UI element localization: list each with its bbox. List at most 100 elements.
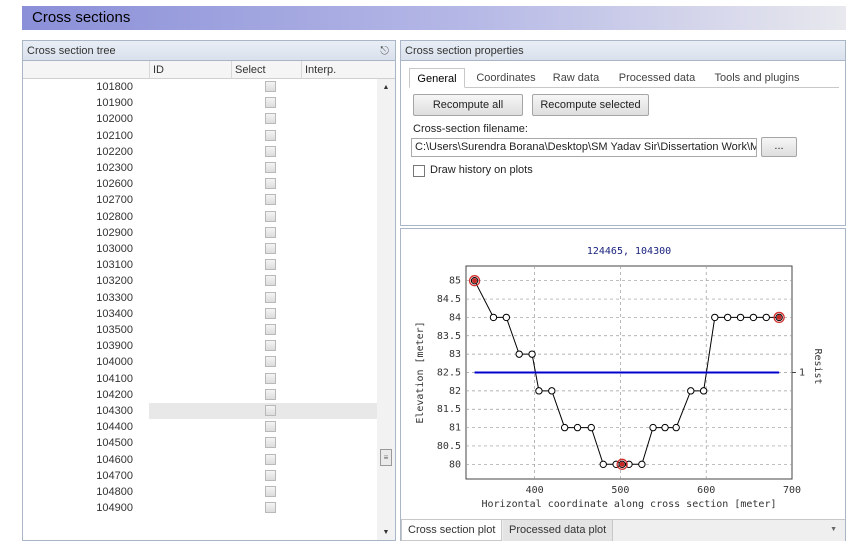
table-row[interactable]: 104200 [23, 387, 377, 403]
scroll-up-icon[interactable]: ▲ [377, 81, 395, 95]
select-checkbox[interactable] [265, 469, 276, 481]
tab-coordinates[interactable]: Coordinates [469, 68, 543, 88]
table-row[interactable]: 103100 [23, 257, 377, 273]
table-row[interactable]: 104700 [23, 468, 377, 484]
scroll-thumb[interactable]: ≡ [380, 449, 392, 466]
select-checkbox[interactable] [265, 421, 276, 433]
data-point[interactable] [723, 313, 732, 322]
table-row[interactable]: 104800 [23, 484, 377, 500]
tab-tools-and-plugins[interactable]: Tools and plugins [705, 68, 809, 88]
select-checkbox[interactable] [265, 113, 276, 125]
select-checkbox[interactable] [265, 486, 276, 497]
table-row[interactable]: 104000 [23, 354, 377, 370]
table-row[interactable]: 104500 [23, 435, 377, 451]
highlight-marker-dot [619, 461, 625, 467]
table-row[interactable]: 102600 [23, 176, 377, 192]
table-row[interactable]: 104300 [23, 403, 377, 419]
plot-tabs-dropdown-icon[interactable]: ▼ [830, 526, 837, 533]
data-point[interactable] [699, 387, 708, 395]
table-row[interactable]: 102100 [23, 128, 377, 144]
select-checkbox[interactable] [265, 81, 276, 92]
select-checkbox[interactable] [265, 243, 276, 254]
tree-scrollbar[interactable]: ▲ ≡ ▼ [377, 79, 395, 540]
table-row[interactable]: 104600 [23, 452, 377, 468]
column-header-id[interactable]: ID [149, 61, 231, 79]
table-row[interactable]: 102000 [23, 111, 377, 127]
select-checkbox[interactable] [265, 437, 276, 449]
select-checkbox[interactable] [265, 162, 276, 173]
table-row[interactable]: 104900 [23, 500, 377, 516]
table-row[interactable]: 103400 [23, 306, 377, 322]
select-checkbox[interactable] [265, 291, 276, 303]
select-checkbox[interactable] [265, 226, 276, 238]
select-checkbox[interactable] [265, 388, 276, 400]
data-point[interactable] [502, 313, 511, 322]
select-checkbox[interactable] [265, 405, 276, 416]
data-point[interactable] [749, 313, 758, 322]
data-point[interactable] [489, 313, 498, 322]
select-checkbox[interactable] [265, 453, 276, 465]
recompute-selected-button[interactable]: Recompute selected [532, 94, 649, 116]
tab-processed-data[interactable]: Processed data [611, 68, 703, 88]
table-row[interactable]: 103900 [23, 338, 377, 354]
tab-general[interactable]: General [409, 68, 465, 88]
tab-raw-data[interactable]: Raw data [545, 68, 607, 88]
select-checkbox[interactable] [265, 97, 276, 109]
select-checkbox[interactable] [265, 129, 276, 141]
cross-section-chart[interactable]: 400 500 600 700 80 80.5 81 81.5 82 82.5 83 83.5 84 84… [401, 229, 845, 517]
data-point[interactable] [736, 313, 745, 322]
data-point[interactable] [573, 423, 582, 432]
data-point[interactable] [762, 313, 770, 322]
filename-field[interactable]: C:\Users\Surendra Borana\Desktop\SM Yada… [411, 138, 757, 157]
select-checkbox[interactable] [265, 210, 276, 222]
table-row[interactable]: 103500 [23, 322, 377, 338]
select-checkbox[interactable] [265, 307, 276, 319]
column-header-interp[interactable]: Interp. [301, 61, 377, 79]
data-point[interactable] [649, 423, 657, 432]
select-checkbox[interactable] [265, 502, 276, 514]
tab-processed-data-plot[interactable]: Processed data plot [503, 520, 614, 541]
data-point[interactable] [535, 387, 543, 395]
table-row[interactable]: 103000 [23, 241, 377, 257]
select-checkbox[interactable] [265, 194, 276, 206]
table-row[interactable]: 104400 [23, 419, 377, 435]
table-row[interactable]: 102800 [23, 209, 377, 225]
data-point[interactable] [687, 387, 695, 395]
data-point[interactable] [711, 313, 719, 322]
row-id-label: 104100 [96, 372, 133, 385]
data-point[interactable] [560, 423, 569, 432]
tree-panel-header: Cross section tree ⎋ [23, 41, 395, 61]
select-checkbox[interactable] [265, 372, 276, 384]
browse-button[interactable]: ... [761, 137, 797, 157]
select-checkbox[interactable] [265, 356, 276, 368]
column-header-select[interactable]: Select [231, 61, 301, 79]
table-row[interactable]: 102700 [23, 192, 377, 208]
data-point[interactable] [661, 423, 669, 432]
data-point[interactable] [528, 350, 536, 358]
scroll-down-icon[interactable]: ▼ [377, 526, 395, 540]
data-point[interactable] [599, 460, 607, 469]
tab-cross-section-plot[interactable]: Cross section plot [401, 520, 503, 541]
select-checkbox[interactable] [265, 275, 276, 287]
table-row[interactable]: 101900 [23, 95, 377, 111]
data-point[interactable] [672, 423, 680, 432]
draw-history-checkbox[interactable] [413, 165, 425, 177]
table-row[interactable]: 103300 [23, 290, 377, 306]
recompute-all-button[interactable]: Recompute all [413, 94, 523, 116]
table-row[interactable]: 104100 [23, 371, 377, 387]
select-checkbox[interactable] [265, 145, 276, 157]
data-point[interactable] [515, 350, 523, 358]
data-point[interactable] [548, 387, 556, 395]
pin-icon[interactable]: ⎋ [380, 41, 389, 61]
table-row[interactable]: 103200 [23, 273, 377, 289]
select-checkbox[interactable] [265, 340, 276, 352]
select-checkbox[interactable] [265, 259, 276, 271]
select-checkbox[interactable] [265, 324, 276, 335]
data-point[interactable] [587, 423, 595, 432]
table-row[interactable]: 102200 [23, 144, 377, 160]
table-row[interactable]: 102900 [23, 225, 377, 241]
select-checkbox[interactable] [265, 178, 276, 190]
table-row[interactable]: 102300 [23, 160, 377, 176]
data-point[interactable] [638, 460, 646, 469]
table-row[interactable]: 101800 [23, 79, 377, 95]
